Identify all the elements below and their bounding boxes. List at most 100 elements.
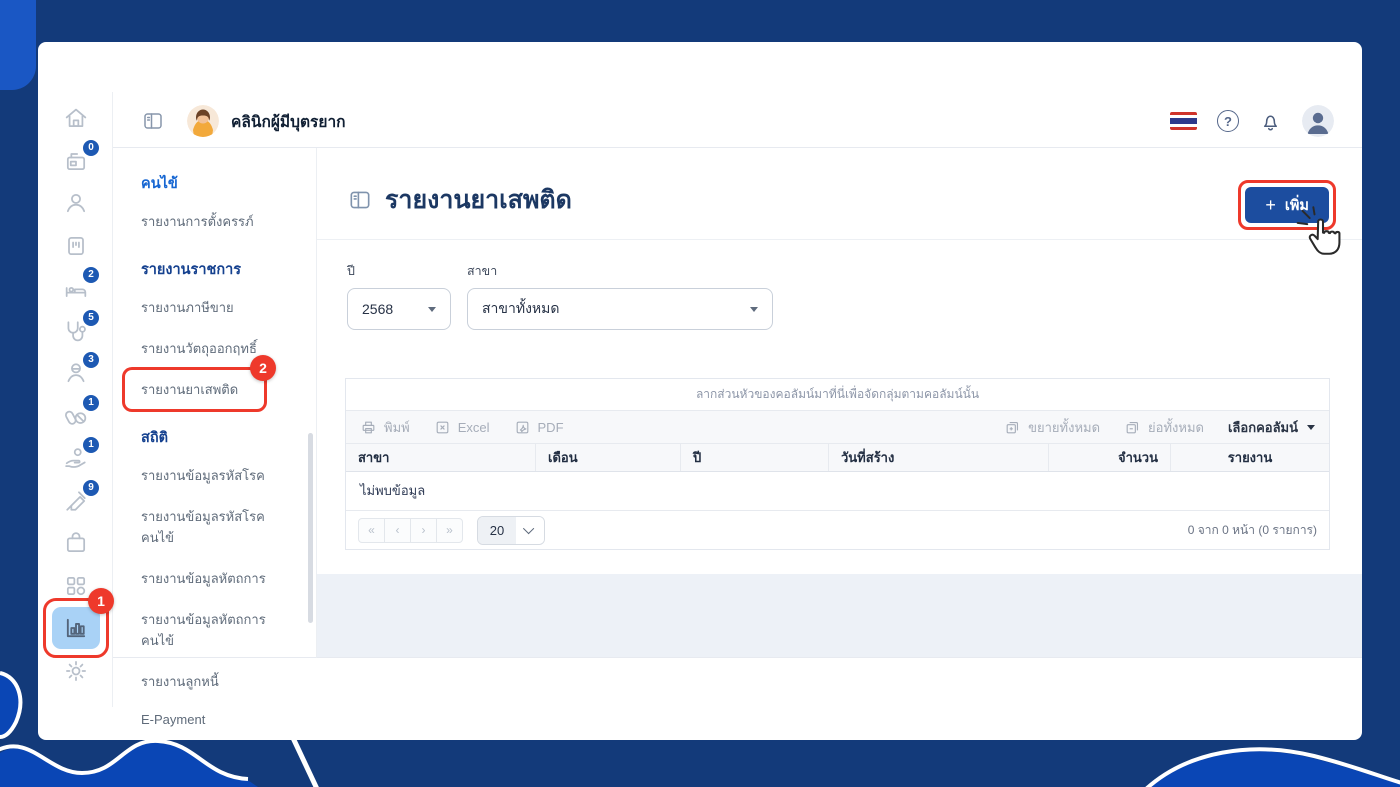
badge-count: 9 [83,480,99,496]
sidebar-section-gov-reports: รายงานราชการ [141,262,242,278]
prev-page-button[interactable]: ‹ [384,517,411,543]
first-page-button[interactable]: « [358,517,385,543]
expand-all-icon [1006,421,1019,433]
column-header-year[interactable]: ปี [681,444,829,471]
sidebar-item-procedure-patient-report[interactable]: รายงานข้อมูลหัตถการคนไข้ [113,599,316,661]
sidebar-toggle-icon[interactable] [141,109,165,133]
collapse-all-button[interactable]: ย่อทั้งหมด [1124,417,1204,438]
annotation-step-2: 2 [250,355,276,381]
add-button-label: เพิ่ม [1284,197,1309,214]
sidebar-item-pregnancy-report[interactable]: รายงานการตั้งครรภ์ [113,201,316,242]
clinic-logo-avatar [187,105,219,137]
user-avatar[interactable] [1302,105,1334,137]
branch-filter: สาขา สาขาทั้งหมด [467,261,773,330]
printer-icon [362,421,375,433]
column-header-created-date[interactable]: วันที่สร้าง [829,444,1049,471]
sidebar-item-procedure-report[interactable]: รายงานข้อมูลหัตถการ [113,558,316,599]
column-header-month[interactable]: เดือน [536,444,681,471]
chevron-down-icon [1307,424,1315,430]
empty-state-text: ไม่พบข้อมูล [346,472,1329,511]
year-value: 2568 [362,301,394,317]
report-chart-icon[interactable] [52,607,100,649]
bed-icon[interactable]: 2 [62,267,99,302]
plus-icon: + [1265,195,1276,215]
clinic-title: คลินิกผู้มีบุตรยาก [231,113,346,131]
sidebar-item-psychotropic-report[interactable]: รายงานวัตถุออกฤทธิ์ [113,328,316,369]
gear-icon[interactable] [62,657,90,685]
panel-icon [350,191,370,209]
thai-flag-icon[interactable] [1170,112,1197,130]
syringe-icon[interactable]: 9 [62,480,99,515]
home-icon[interactable] [62,104,90,132]
page-title: รายงานยาเสพติด [385,186,572,214]
divider [317,239,1362,240]
stethoscope-icon[interactable]: 5 [62,310,99,345]
app-window: 0 2 5 3 1 1 9 1 คลินิกผู้มีบุตรยาก ? คนไ… [38,42,1362,740]
badge-count: 1 [83,437,99,453]
help-icon[interactable]: ? [1217,110,1239,132]
table-toolbar: พิมพ์ Excel PDF ขยายทั้งหมด ย่อทั้งหมด เ… [346,411,1329,444]
sidebar-item-disease-code-report[interactable]: รายงานข้อมูลรหัสโรค [113,455,316,496]
topbar: คลินิกผู้มีบุตรยาก ? [113,95,1362,148]
sidebar-item-sales-tax-report[interactable]: รายงานภาษีขาย [113,287,316,328]
pagination-nav: « ‹ › » [358,517,463,543]
badge-count: 0 [83,140,99,156]
excel-export-button[interactable]: Excel [434,419,490,436]
page-size-select[interactable]: 20 [477,515,545,545]
badge-count: 3 [83,352,99,368]
excel-icon [436,421,449,433]
next-page-button[interactable]: › [410,517,437,543]
sidebar-item-debtor-report[interactable]: รายงานลูกหนี้ [113,661,316,702]
branch-select[interactable]: สาขาทั้งหมด [467,288,773,330]
table-header-row: สาขา เดือน ปี วันที่สร้าง จำนวน รายงาน [346,444,1329,472]
year-filter: ปี 2568 [347,261,451,330]
sidebar-item-narcotics-report[interactable]: รายงานยาเสพติด 2 [113,355,316,412]
main-content: รายงานยาเสพติด + เพิ่ม ปี 2568 สาขา สาขา… [317,148,1362,658]
expand-all-button[interactable]: ขยายทั้งหมด [1004,417,1100,438]
report-table-card: ลากส่วนหัวของคอลัมน์มาที่นี่เพื่อจัดกลุ่… [345,378,1330,550]
collapse-all-icon [1126,421,1139,433]
sidebar-item-disease-code-patient-report[interactable]: รายงานข้อมูลรหัสโรคคนไข้ [113,496,316,558]
footer-band [317,574,1362,657]
sidebar-section-statistics: สถิติ [141,430,169,446]
pagination-bar: « ‹ › » 20 0 จาก 0 หน้า (0 รายการ) [346,511,1329,549]
sidebar-section-patients: คนไข้ [141,176,178,192]
package-icon[interactable] [62,529,90,557]
decor-corner-blob [0,0,36,90]
card-reader-icon[interactable] [62,232,90,260]
chevron-down-icon [750,306,758,312]
screen: { "topbar": { "title": "คลินิกผู้มีบุตรย… [0,0,1400,787]
apps-grid-icon[interactable] [62,572,90,600]
annotation-step-1: 1 [88,588,114,614]
column-header-branch[interactable]: สาขา [346,444,536,471]
column-header-amount[interactable]: จำนวน [1049,444,1171,471]
patient-icon[interactable] [62,189,90,217]
choose-columns-button[interactable]: เลือกคอลัมน์ [1228,417,1315,438]
pagination-summary: 0 จาก 0 หน้า (0 รายการ) [1187,522,1317,537]
filters: ปี 2568 สาขา สาขาทั้งหมด [347,261,773,330]
pdf-export-button[interactable]: PDF [514,419,564,436]
column-header-report[interactable]: รายงาน [1171,444,1329,471]
queue-icon[interactable]: 0 [62,140,99,175]
badge-count: 1 [83,395,99,411]
icon-rail: 0 2 5 3 1 1 9 1 [38,92,114,707]
group-drag-hint: ลากส่วนหัวของคอลัมน์มาที่นี่เพื่อจัดกลุ่… [346,379,1329,411]
year-select[interactable]: 2568 [347,288,451,330]
payment-hand-icon[interactable]: 1 [62,437,99,472]
doctor-icon[interactable]: 3 [62,352,99,387]
add-button-area: + เพิ่ม [1238,180,1341,255]
sidebar-scrollbar[interactable] [308,433,313,623]
sidebar-item-epayment[interactable]: E-Payment [113,702,316,737]
branch-label: สาขา [467,264,498,278]
annotation-frame-add: + เพิ่ม [1238,180,1336,230]
add-button[interactable]: + เพิ่ม [1245,187,1329,223]
badge-count: 5 [83,310,99,326]
pills-icon[interactable]: 1 [62,395,99,430]
page-size-value: 20 [478,516,516,544]
chevron-down-icon [428,306,436,312]
sidebar: คนไข้ รายงานการตั้งครรภ์ รายงานราชการ รา… [113,148,317,727]
badge-count: 2 [83,267,99,283]
print-button[interactable]: พิมพ์ [360,417,410,438]
notifications-bell-icon[interactable] [1259,110,1282,133]
last-page-button[interactable]: » [436,517,463,543]
